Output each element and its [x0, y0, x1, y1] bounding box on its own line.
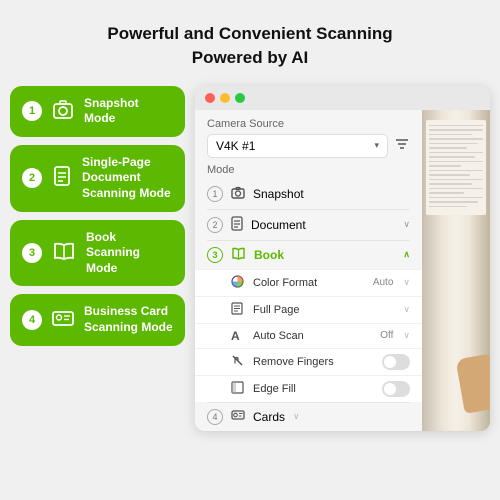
mode-label-book: Book Scanning Mode [86, 230, 173, 277]
auto-scan-value: Off [380, 330, 393, 341]
document-icon [52, 165, 72, 191]
document-row-icon [231, 216, 243, 234]
sub-color-format[interactable]: Color Format Auto ∨ [195, 269, 422, 296]
mode-number-3: 3 [22, 243, 42, 263]
camera-source-label: Camera Source [207, 118, 410, 130]
color-format-icon [231, 275, 247, 291]
auto-scan-chevron: ∨ [403, 330, 410, 341]
sub-edge-fill[interactable]: Edge Fill [195, 375, 422, 402]
book-sub-options: Color Format Auto ∨ [195, 269, 422, 402]
mode-label-document: Single-Page Document Scanning Mode [82, 155, 173, 202]
app-mode-label-document: Document [251, 218, 395, 232]
full-page-label: Full Page [253, 304, 397, 316]
mode-label-businesscard: Business Card Scanning Mode [84, 304, 173, 335]
left-mode-panel: 1 Snapshot Mode 2 Single-Page [10, 86, 185, 431]
sub-remove-fingers[interactable]: Remove Fingers [195, 348, 422, 375]
filter-icon[interactable] [394, 137, 410, 154]
color-format-value: Auto [373, 277, 394, 288]
mode-number-1: 1 [22, 101, 42, 121]
chevron-down-icon: ▾ [374, 140, 379, 151]
edge-fill-icon [231, 381, 247, 397]
header-line1: Powerful and Convenient Scanning [20, 22, 480, 46]
full-page-icon [231, 302, 247, 318]
book-photo [422, 110, 490, 431]
document-chevron-icon: ∨ [403, 219, 410, 230]
app-mode-label-cards: Cards [253, 410, 285, 424]
app-window: Camera Source V4K #1 ▾ [195, 86, 490, 431]
maximize-button[interactable] [235, 93, 245, 103]
book-row-icon [231, 247, 246, 263]
mode-label-snapshot: Snapshot Mode [84, 96, 173, 127]
header-line2: Powered by AI [20, 46, 480, 70]
sub-full-page[interactable]: Full Page ∨ [195, 296, 422, 323]
snapshot-row-icon [231, 186, 245, 203]
app-mode-number-4: 4 [207, 409, 223, 425]
remove-fingers-icon [231, 354, 247, 370]
app-mode-cards[interactable]: 4 Cards ∨ [195, 403, 422, 431]
auto-scan-icon: A [231, 329, 247, 343]
mode-document[interactable]: 2 Single-Page Document Scanning Mode [10, 145, 185, 212]
cards-row-icon [231, 409, 245, 424]
remove-fingers-toggle[interactable] [382, 354, 410, 370]
app-mode-label-snapshot: Snapshot [253, 187, 410, 201]
window-titlebar [195, 86, 490, 110]
app-mode-number-1: 1 [207, 186, 223, 202]
sub-auto-scan[interactable]: A Auto Scan Off ∨ [195, 323, 422, 348]
camera-source-section: Camera Source V4K #1 ▾ [195, 110, 422, 162]
app-mode-label-book: Book [254, 248, 395, 262]
mode-snapshot[interactable]: 1 Snapshot Mode [10, 86, 185, 137]
mode-businesscard[interactable]: 4 Business Card Scanning Mode [10, 294, 185, 345]
auto-scan-label: Auto Scan [253, 330, 374, 342]
close-button[interactable] [205, 93, 215, 103]
page-header: Powerful and Convenient Scanning Powered… [0, 0, 500, 86]
snapshot-icon [52, 98, 74, 124]
main-content: 1 Snapshot Mode 2 Single-Page [0, 86, 500, 431]
mode-number-4: 4 [22, 310, 42, 330]
full-page-chevron: ∨ [403, 304, 410, 315]
app-mode-snapshot[interactable]: 1 Snapshot [195, 180, 422, 209]
minimize-button[interactable] [220, 93, 230, 103]
book-icon [52, 241, 76, 265]
camera-value: V4K #1 [216, 139, 255, 153]
businesscard-icon [52, 309, 74, 331]
edge-fill-toggle[interactable] [382, 381, 410, 397]
color-format-chevron: ∨ [403, 277, 410, 288]
app-mode-document[interactable]: 2 Document ∨ [195, 210, 422, 240]
app-mode-list: 1 Snapshot 2 [195, 180, 422, 431]
color-format-label: Color Format [253, 277, 367, 289]
mode-number-2: 2 [22, 168, 42, 188]
camera-dropdown-row: V4K #1 ▾ [207, 134, 410, 158]
mode-section-label: Mode [195, 162, 422, 180]
app-mode-number-2: 2 [207, 217, 223, 233]
mode-book[interactable]: 3 Book Scanning Mode [10, 220, 185, 287]
remove-fingers-label: Remove Fingers [253, 356, 376, 368]
app-mode-number-3: 3 [207, 247, 223, 263]
cards-chevron-icon: ∨ [293, 411, 300, 422]
book-chevron-icon: ∧ [403, 249, 410, 260]
edge-fill-label: Edge Fill [253, 383, 376, 395]
app-mode-book[interactable]: 3 Book ∧ [195, 241, 422, 269]
camera-dropdown[interactable]: V4K #1 ▾ [207, 134, 388, 158]
